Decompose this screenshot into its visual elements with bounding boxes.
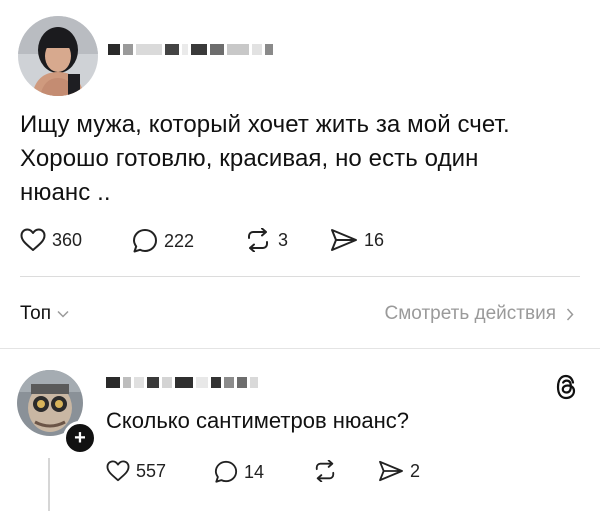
- follow-button[interactable]: +: [63, 421, 97, 455]
- view-activity-label: Смотреть действия: [384, 303, 556, 324]
- repost-button[interactable]: 3: [244, 228, 288, 252]
- sort-dropdown[interactable]: Топ: [20, 303, 69, 325]
- section-divider: [0, 348, 600, 349]
- heart-icon: [20, 228, 46, 251]
- thread-connector-line: [48, 458, 50, 511]
- sort-label: Топ: [20, 303, 51, 324]
- chevron-down-icon: [57, 310, 69, 318]
- comment-bubble-icon: [214, 460, 238, 483]
- reply-repost-button[interactable]: [312, 460, 338, 482]
- reply-count: 222: [164, 230, 195, 251]
- heart-icon: [106, 460, 130, 482]
- threads-logo-icon[interactable]: [556, 374, 578, 405]
- reply-like-button[interactable]: 557: [106, 460, 166, 482]
- reply-button[interactable]: 222: [132, 228, 194, 254]
- post-author-username-redacted[interactable]: [108, 44, 276, 55]
- chevron-right-icon: [566, 307, 574, 321]
- reply-text: Сколько сантиметров нюанс?: [106, 408, 410, 433]
- post-author-avatar[interactable]: [18, 16, 98, 96]
- reply-reply-button[interactable]: 14: [214, 460, 264, 484]
- repost-count: 3: [278, 229, 289, 250]
- reply-actions: 557 14 2: [106, 460, 526, 488]
- reply-share-button[interactable]: 2: [378, 460, 420, 482]
- share-send-icon: [379, 460, 403, 482]
- share-send-icon: [331, 229, 357, 251]
- post-text: Ищу мужа, который хочет жить за мой счет…: [20, 111, 510, 206]
- post-actions: 360 222 3 16: [20, 228, 580, 256]
- reply-reply-count: 14: [244, 461, 265, 482]
- share-count: 16: [364, 229, 385, 250]
- like-count: 360: [52, 229, 83, 250]
- reply-author-username-redacted[interactable]: [106, 377, 261, 388]
- repost-icon: [315, 460, 335, 482]
- repost-icon: [248, 228, 268, 252]
- view-activity-link[interactable]: Смотреть действия: [385, 303, 574, 325]
- like-button[interactable]: 360: [20, 228, 82, 252]
- plus-icon: +: [74, 427, 86, 449]
- comment-bubble-icon: [133, 229, 157, 253]
- reply-like-count: 557: [136, 460, 167, 481]
- reply-share-count: 2: [410, 460, 421, 481]
- share-button[interactable]: 16: [330, 228, 384, 252]
- divider: [20, 276, 580, 277]
